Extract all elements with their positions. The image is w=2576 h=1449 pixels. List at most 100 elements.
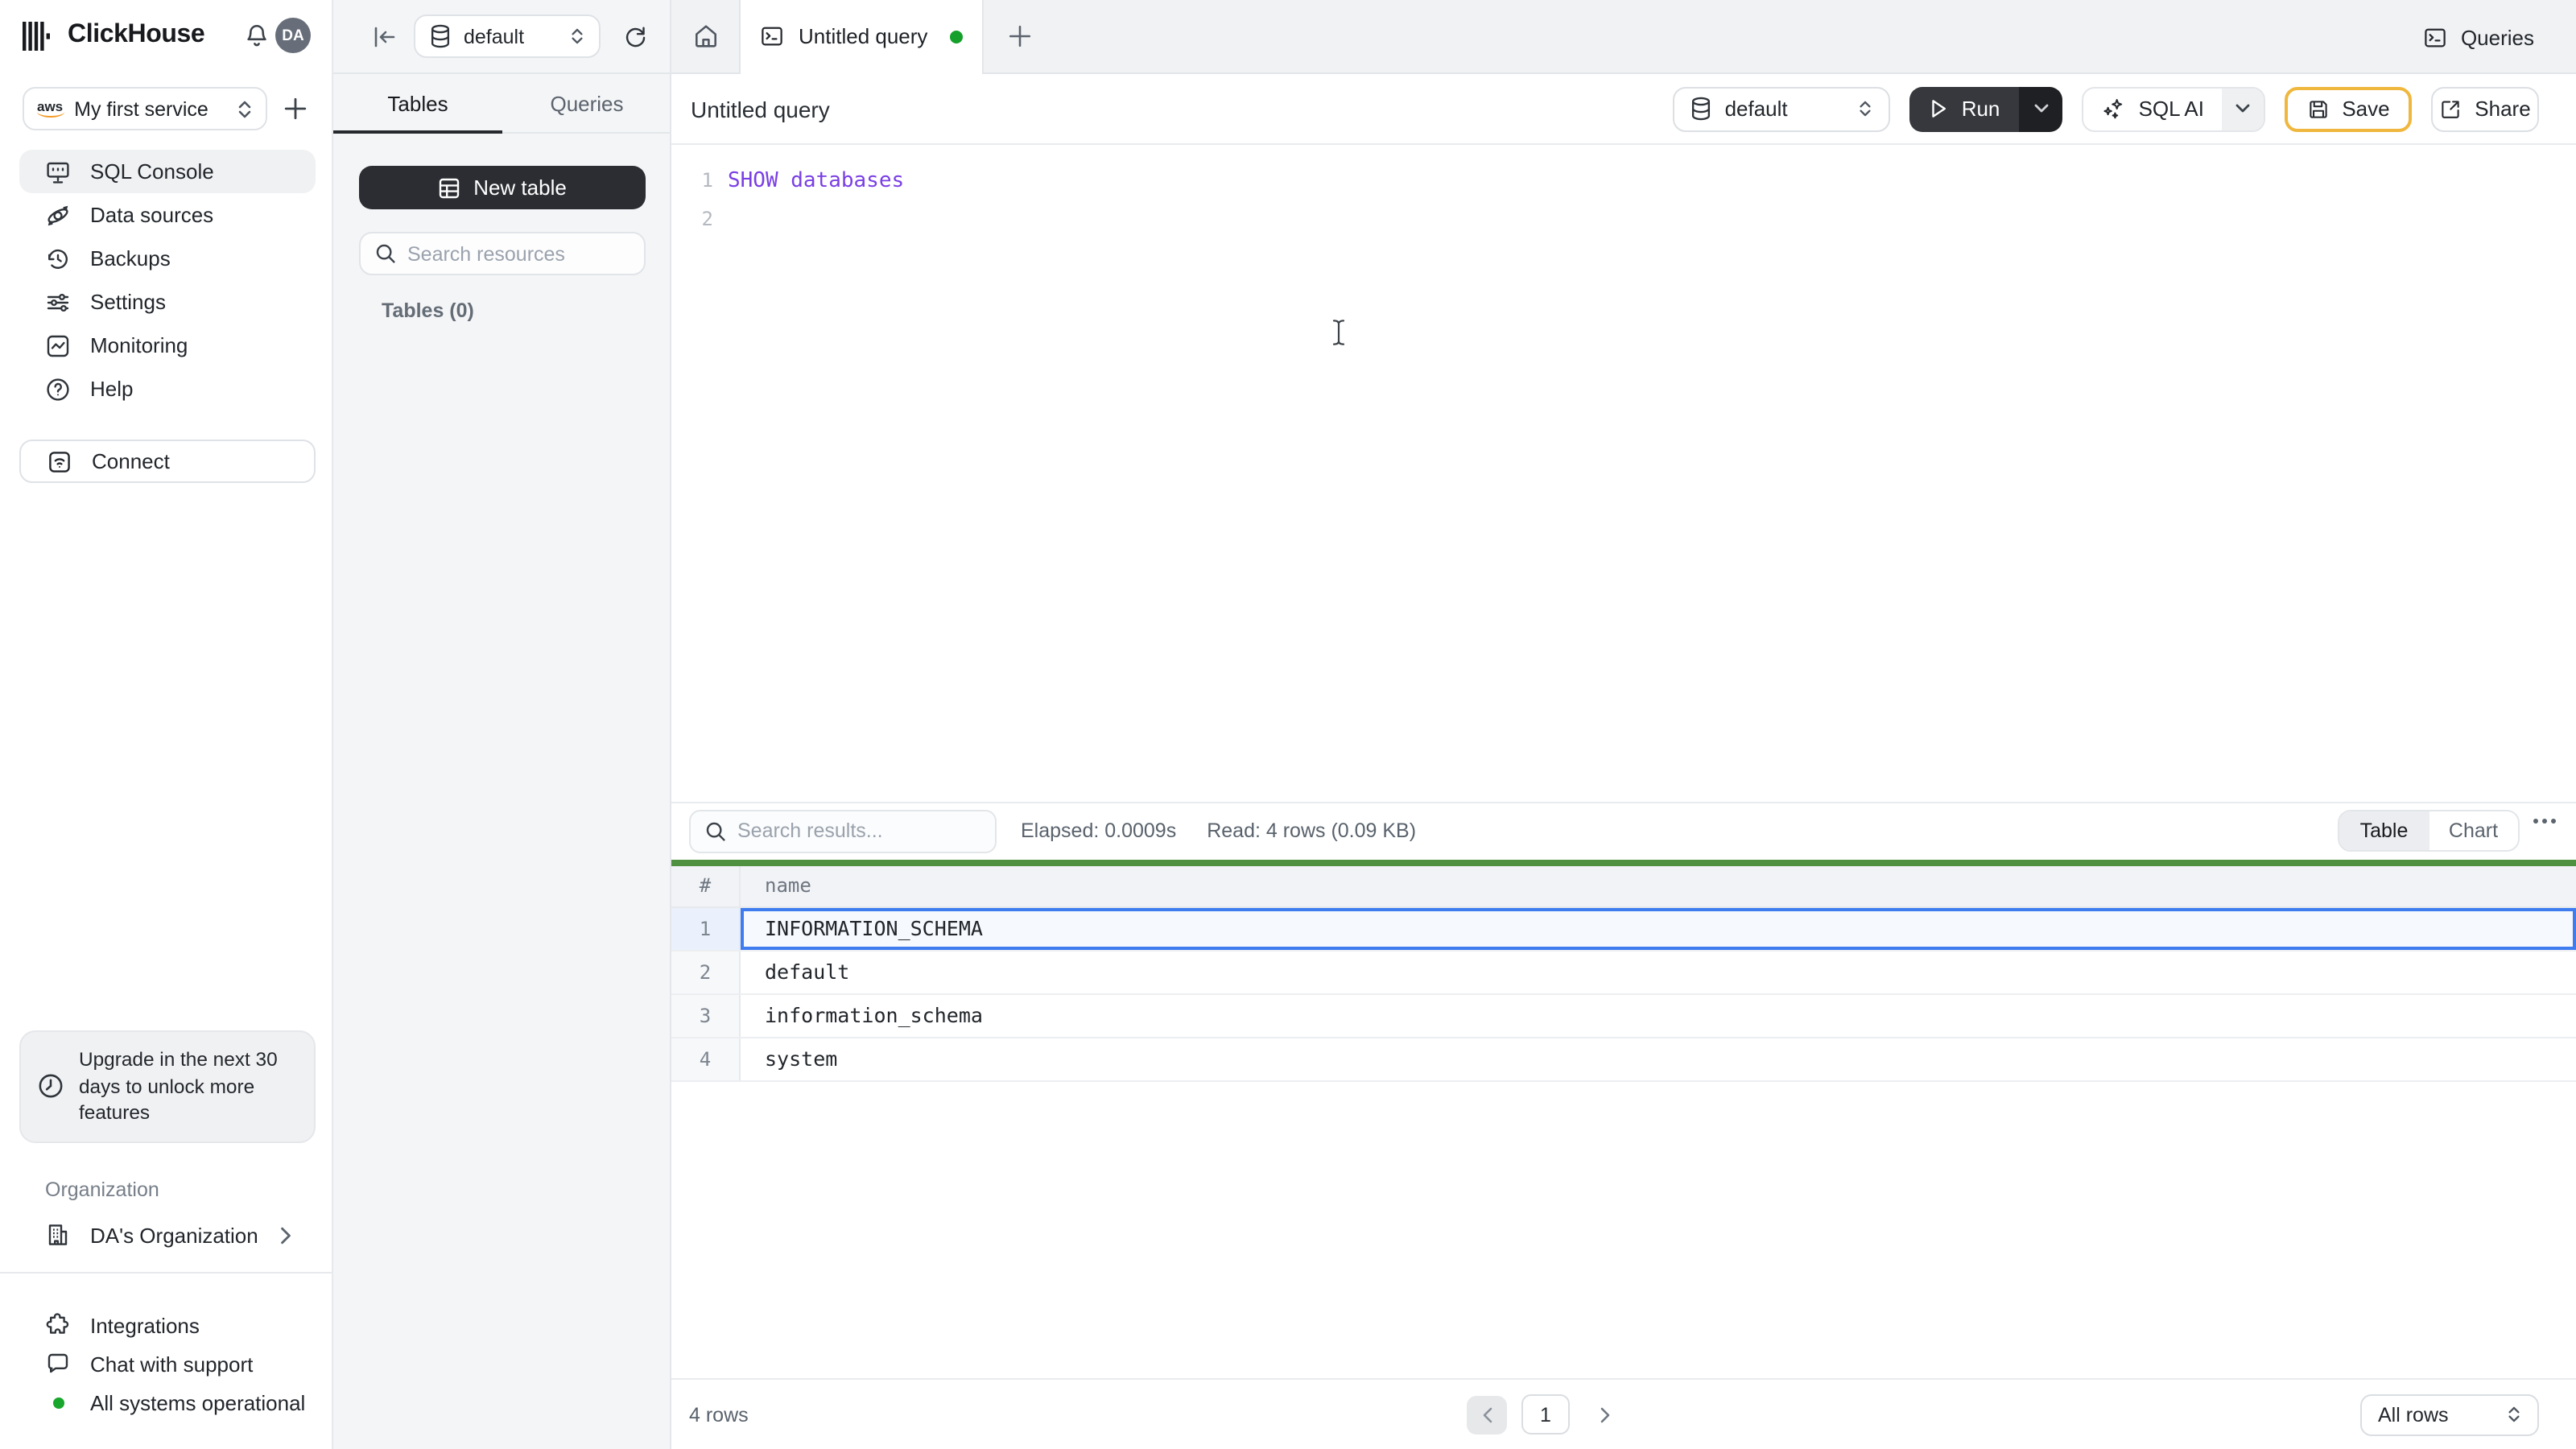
sql-ai-options-button[interactable] bbox=[2222, 88, 2264, 130]
chat-support-row[interactable]: Chat with support bbox=[19, 1344, 316, 1383]
page-size-value: All rows bbox=[2378, 1403, 2449, 1426]
unsaved-changes-dot bbox=[950, 30, 963, 43]
tab-queries[interactable]: Queries bbox=[502, 74, 671, 132]
sidebar-item-help[interactable]: Help bbox=[19, 367, 316, 411]
query-tab-untitled[interactable]: Untitled query bbox=[739, 0, 984, 74]
help-icon bbox=[45, 376, 71, 402]
query-database-name: default bbox=[1724, 97, 1788, 121]
tables-count-label: Tables (0) bbox=[382, 299, 474, 322]
page-number-button[interactable]: 1 bbox=[1521, 1394, 1570, 1435]
table-row[interactable]: 1 INFORMATION_SCHEMA bbox=[671, 907, 2576, 951]
monitoring-icon bbox=[45, 332, 71, 358]
organization-section-label: Organization bbox=[45, 1179, 159, 1201]
sql-editor[interactable]: 1 SHOW databases 2 bbox=[671, 145, 2576, 802]
sidebar-item-label: SQL Console bbox=[90, 159, 214, 184]
organization-row[interactable]: DA's Organization bbox=[19, 1216, 316, 1254]
sidebar: ClickHouse DA aws My first service SQL C… bbox=[0, 0, 333, 1449]
sidebar-item-backups[interactable]: Backups bbox=[19, 237, 316, 280]
read-stat: Read: 4 rows (0.09 KB) bbox=[1207, 819, 1417, 842]
new-table-button[interactable]: New table bbox=[359, 166, 646, 209]
row-index: 4 bbox=[671, 1038, 741, 1080]
query-title[interactable]: Untitled query bbox=[691, 96, 1674, 122]
run-button[interactable]: Run bbox=[1909, 86, 2020, 131]
resource-search-input[interactable] bbox=[407, 242, 630, 265]
sql-ai-button[interactable]: SQL AI bbox=[2084, 88, 2222, 130]
results-toolbar: Elapsed: 0.0009s Read: 4 rows (0.09 KB) bbox=[671, 802, 2576, 858]
database-icon bbox=[1691, 97, 1712, 121]
connect-icon bbox=[47, 448, 72, 474]
query-tab-label: Untitled query bbox=[799, 24, 928, 48]
settings-sliders-icon bbox=[45, 289, 71, 315]
table-row[interactable]: 3 information_schema bbox=[671, 994, 2576, 1038]
tab-queries-label: Queries bbox=[550, 91, 624, 115]
connect-label: Connect bbox=[92, 449, 170, 473]
results-more-button[interactable] bbox=[2533, 818, 2557, 824]
sidebar-item-settings[interactable]: Settings bbox=[19, 280, 316, 324]
clock-icon bbox=[37, 1073, 64, 1100]
sidebar-item-monitoring[interactable]: Monitoring bbox=[19, 324, 316, 367]
share-label: Share bbox=[2475, 97, 2531, 121]
service-select[interactable]: aws My first service bbox=[23, 87, 267, 130]
row-cell-name[interactable]: INFORMATION_SCHEMA bbox=[741, 907, 2576, 949]
terminal-icon bbox=[760, 24, 784, 48]
table-row[interactable]: 2 default bbox=[671, 951, 2576, 994]
share-button[interactable]: Share bbox=[2431, 86, 2539, 131]
sidebar-item-label: Data sources bbox=[90, 203, 214, 227]
chevron-updown-icon bbox=[237, 99, 253, 118]
chevron-updown-icon bbox=[2507, 1406, 2521, 1423]
sql-console-icon bbox=[45, 159, 71, 184]
refresh-icon[interactable] bbox=[623, 24, 647, 48]
main-area: Untitled query Queries Untitled query de… bbox=[671, 0, 2576, 1449]
new-tab-button[interactable] bbox=[984, 0, 1055, 73]
column-header-index[interactable]: # bbox=[671, 865, 741, 906]
row-cell-name[interactable]: system bbox=[741, 1038, 2576, 1080]
tab-tables[interactable]: Tables bbox=[333, 74, 502, 134]
sidebar-item-sql-console[interactable]: SQL Console bbox=[19, 150, 316, 193]
run-options-button[interactable] bbox=[2019, 86, 2063, 131]
collapse-panel-icon[interactable] bbox=[372, 25, 398, 47]
table-row[interactable]: 4 system bbox=[671, 1038, 2576, 1081]
prev-page-button[interactable] bbox=[1467, 1395, 1507, 1434]
sparkles-icon bbox=[2102, 97, 2126, 121]
row-count: 4 rows bbox=[689, 1403, 749, 1426]
queries-button[interactable]: Queries bbox=[2424, 0, 2534, 74]
database-icon bbox=[430, 24, 451, 48]
row-cell-name[interactable]: information_schema bbox=[741, 994, 2576, 1036]
column-header-name[interactable]: name bbox=[741, 865, 811, 906]
avatar[interactable]: DA bbox=[275, 18, 311, 53]
explorer-database-select[interactable]: default bbox=[414, 14, 601, 58]
status-row[interactable]: All systems operational bbox=[19, 1383, 316, 1422]
notifications-bell-icon[interactable] bbox=[243, 23, 270, 50]
query-actions: default Run SQL AI Save Share bbox=[1673, 86, 2539, 131]
code-line: 1 SHOW databases bbox=[671, 161, 2576, 200]
puzzle-icon bbox=[45, 1312, 71, 1338]
home-button[interactable] bbox=[671, 0, 739, 73]
page-size-select[interactable]: All rows bbox=[2360, 1393, 2539, 1435]
view-table-button[interactable]: Table bbox=[2339, 811, 2429, 850]
sidebar-divider bbox=[0, 1272, 332, 1274]
backups-icon bbox=[45, 246, 71, 271]
explorer-tabs: Tables Queries bbox=[333, 74, 671, 134]
share-icon bbox=[2439, 97, 2462, 120]
sql-ai-label: SQL AI bbox=[2138, 97, 2204, 121]
save-button[interactable]: Save bbox=[2285, 86, 2412, 131]
view-chart-button[interactable]: Chart bbox=[2429, 811, 2518, 850]
connect-button[interactable]: Connect bbox=[19, 440, 316, 483]
row-cell-name[interactable]: default bbox=[741, 951, 2576, 993]
tab-tables-label: Tables bbox=[387, 91, 448, 115]
sidebar-item-data-sources[interactable]: Data sources bbox=[19, 193, 316, 237]
line-number: 2 bbox=[701, 208, 713, 230]
upgrade-notice[interactable]: Upgrade in the next 30 days to unlock mo… bbox=[19, 1030, 316, 1142]
results-search-input[interactable] bbox=[737, 819, 980, 842]
row-index: 2 bbox=[671, 951, 741, 993]
chevron-updown-icon bbox=[570, 27, 584, 45]
add-service-button[interactable] bbox=[283, 97, 308, 121]
view-chart-label: Chart bbox=[2448, 819, 2499, 842]
upgrade-text: Upgrade in the next 30 days to unlock mo… bbox=[79, 1048, 278, 1124]
query-database-select[interactable]: default bbox=[1673, 86, 1891, 131]
integrations-row[interactable]: Integrations bbox=[19, 1306, 316, 1344]
next-page-button[interactable] bbox=[1584, 1395, 1624, 1434]
queries-button-label: Queries bbox=[2460, 25, 2534, 49]
sql-ai-button-group: SQL AI bbox=[2082, 86, 2265, 131]
row-index: 1 bbox=[671, 907, 741, 949]
